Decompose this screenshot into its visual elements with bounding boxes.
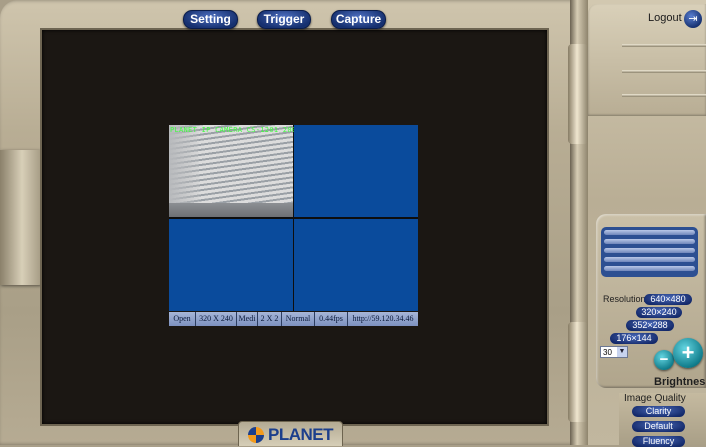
- speaker-grille: [601, 227, 698, 277]
- status-state: Open: [169, 312, 195, 326]
- video-channel-3[interactable]: [169, 219, 293, 311]
- status-framerate: 0.44fps: [315, 312, 347, 326]
- planet-logo-text: PLANET: [268, 425, 334, 444]
- camera-image-floor: [169, 203, 293, 217]
- quality-default-button[interactable]: Default: [632, 421, 685, 432]
- brightness-label: Brightness: [654, 376, 706, 388]
- grille-bar: [604, 248, 695, 253]
- panel-ridge: [622, 44, 706, 47]
- chevron-down-icon[interactable]: ▼: [617, 347, 627, 357]
- grille-bar: [604, 266, 695, 271]
- status-layout: 2 X 2: [258, 312, 281, 326]
- video-channel-2[interactable]: [294, 125, 418, 217]
- planet-logo-icon: [248, 427, 264, 443]
- resolution-label: Resolution: [603, 294, 646, 304]
- status-resolution: 320 X 240: [196, 312, 236, 326]
- video-channel-1[interactable]: PLANET IP CAMERA CS-1201 2008/01/01: [169, 125, 328, 217]
- image-quality-label: Image Quality: [624, 393, 686, 404]
- status-url: http://59.120.34.46: [348, 312, 418, 326]
- status-quality: Medi: [237, 312, 257, 326]
- setting-button[interactable]: Setting: [183, 10, 238, 29]
- resolution-176x144-button[interactable]: 176×144: [610, 333, 658, 344]
- quad-video-view: PLANET IP CAMERA CS-1201 2008/01/01: [169, 125, 418, 311]
- logout-link[interactable]: Logout: [648, 12, 682, 24]
- resolution-320x240-button[interactable]: 320×240: [636, 307, 682, 318]
- planet-logo: PLANET: [238, 421, 343, 446]
- frame-left-handle: [0, 150, 44, 285]
- grille-bar: [604, 239, 695, 244]
- logout-icon[interactable]: ⇥: [684, 10, 702, 28]
- brightness-increase-button[interactable]: +: [673, 338, 703, 368]
- framerate-value: 30: [603, 348, 612, 357]
- grille-bar: [604, 230, 695, 235]
- panel-ridge: [622, 94, 706, 97]
- video-status-bar: Open 320 X 240 Medi 2 X 2 Normal 0.44fps…: [169, 312, 418, 326]
- frame-hinge-top: [568, 44, 588, 144]
- quality-clarity-button[interactable]: Clarity: [632, 406, 685, 417]
- quality-fluency-button[interactable]: Fluency: [632, 436, 685, 447]
- brightness-decrease-button[interactable]: −: [654, 350, 674, 370]
- resolution-352x288-button[interactable]: 352×288: [626, 320, 674, 331]
- grille-bar: [604, 257, 695, 262]
- framerate-select[interactable]: 30 ▼: [600, 346, 628, 358]
- status-mode: Normal: [282, 312, 314, 326]
- resolution-640x480-button[interactable]: 640×480: [644, 294, 692, 305]
- capture-button[interactable]: Capture: [331, 10, 386, 29]
- trigger-button[interactable]: Trigger: [257, 10, 311, 29]
- panel-ridge: [622, 70, 706, 73]
- frame-hinge-bottom: [568, 322, 588, 422]
- video-channel-4[interactable]: [294, 219, 418, 311]
